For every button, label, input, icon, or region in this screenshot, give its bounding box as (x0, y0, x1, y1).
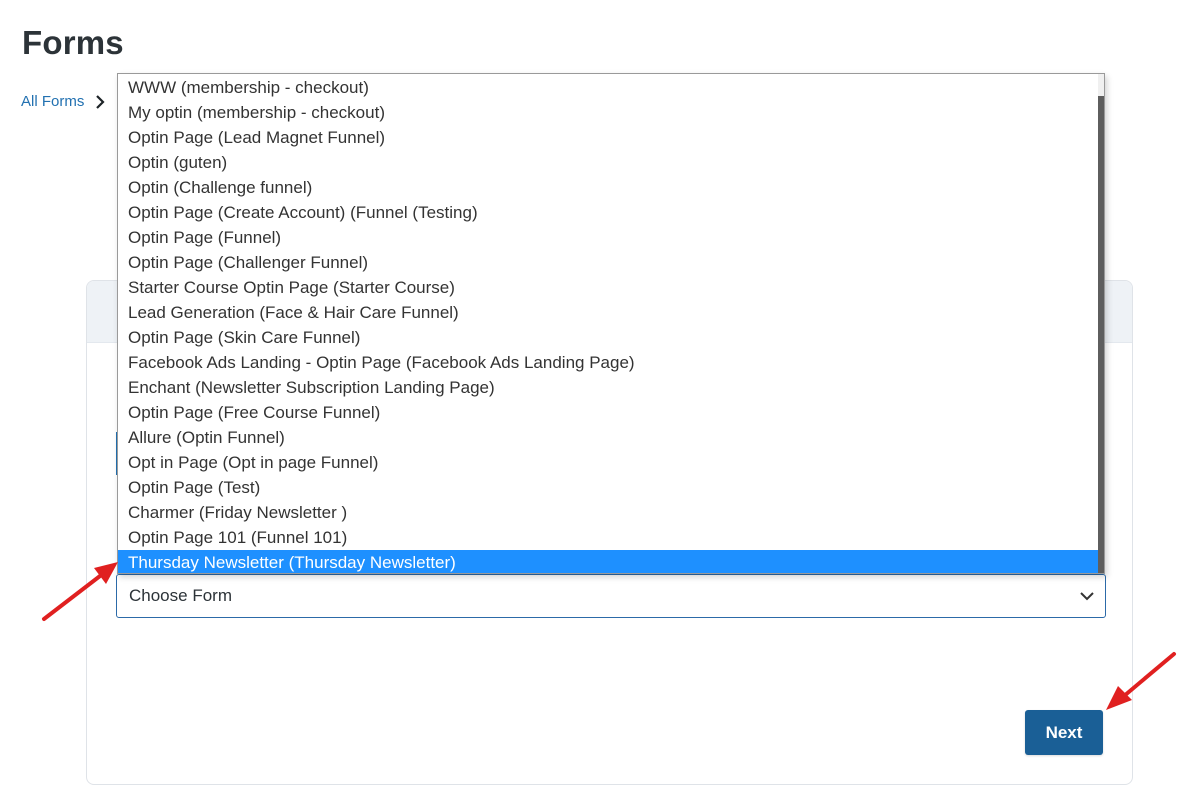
form-option[interactable]: Opt in Page (Opt in page Funnel) (118, 450, 1098, 475)
form-option[interactable]: Optin Page 101 (Funnel 101) (118, 525, 1098, 550)
form-option[interactable]: WWW (membership - checkout) (118, 75, 1098, 100)
page-title: Forms (22, 24, 124, 61)
form-option[interactable]: Thursday Newsletter (Thursday Newsletter… (118, 550, 1098, 573)
select-value: Choose Form (129, 586, 232, 605)
form-option[interactable]: Starter Course Optin Page (Starter Cours… (118, 275, 1098, 300)
chevron-right-icon (96, 94, 105, 109)
form-option[interactable]: Optin Page (Test) (118, 475, 1098, 500)
form-option[interactable]: Optin Page (Lead Magnet Funnel) (118, 125, 1098, 150)
form-option[interactable]: Charmer (Friday Newsletter ) (118, 500, 1098, 525)
scrollbar-thumb[interactable] (1098, 96, 1104, 573)
form-option[interactable]: Allure (Optin Funnel) (118, 425, 1098, 450)
breadcrumb: All Forms (21, 93, 108, 110)
form-option[interactable]: Optin (Challenge funnel) (118, 175, 1098, 200)
next-button[interactable]: Next (1025, 710, 1103, 755)
form-option[interactable]: Optin Page (Free Course Funnel) (118, 400, 1098, 425)
form-option[interactable]: Optin Page (Create Account) (Funnel (Tes… (118, 200, 1098, 225)
form-options-dropdown[interactable]: WWW (membership - checkout) My optin (mem… (117, 73, 1105, 574)
form-option[interactable]: Optin Page (Challenger Funnel) (118, 250, 1098, 275)
form-option[interactable]: Optin (guten) (118, 150, 1098, 175)
choose-form-select[interactable]: Choose Form (116, 574, 1106, 618)
options-list: WWW (membership - checkout) My optin (mem… (118, 74, 1098, 573)
form-option[interactable]: My optin (membership - checkout) (118, 100, 1098, 125)
dropdown-scrollbar[interactable] (1098, 74, 1104, 573)
form-option[interactable]: Optin Page (Funnel) (118, 225, 1098, 250)
form-option[interactable]: Lead Generation (Face & Hair Care Funnel… (118, 300, 1098, 325)
form-option[interactable]: Enchant (Newsletter Subscription Landing… (118, 375, 1098, 400)
annotation-arrow-right-icon (1106, 652, 1176, 710)
annotation-arrow-left-icon (42, 562, 118, 621)
breadcrumb-all-forms-link[interactable]: All Forms (21, 93, 84, 110)
chevron-down-icon (1080, 592, 1094, 601)
form-option[interactable]: Optin Page (Skin Care Funnel) (118, 325, 1098, 350)
form-option[interactable]: Facebook Ads Landing - Optin Page (Faceb… (118, 350, 1098, 375)
